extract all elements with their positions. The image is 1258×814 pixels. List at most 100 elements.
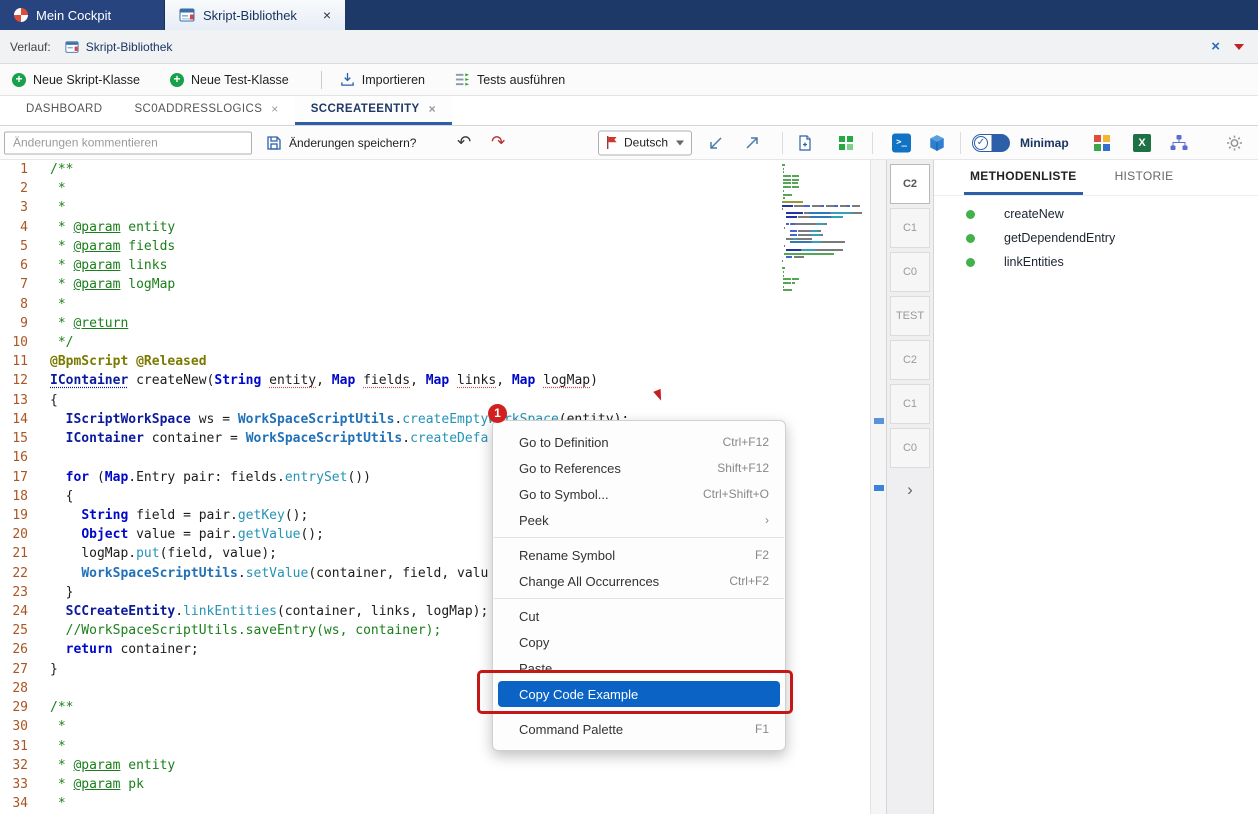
code-line[interactable]: * @param pk	[50, 775, 780, 794]
code-line[interactable]: * @return	[50, 314, 780, 333]
table-icon[interactable]	[838, 135, 854, 151]
menu-item-shortcut: Ctrl+F2	[729, 574, 769, 588]
line-number: 33	[0, 775, 40, 794]
script-library-icon	[65, 40, 79, 54]
button-label: Tests ausführen	[477, 73, 565, 87]
hierarchy-icon[interactable]	[1170, 135, 1188, 151]
code-line[interactable]: */	[50, 333, 780, 352]
code-line[interactable]: {	[50, 391, 780, 410]
expand-icon[interactable]	[744, 135, 760, 151]
toolbar-divider	[321, 71, 322, 89]
menu-item-label: Change All Occurrences	[519, 574, 659, 589]
code-line[interactable]: * @param entity	[50, 218, 780, 237]
method-list-item[interactable]: createNew	[934, 202, 1258, 226]
menu-item-command-palette[interactable]: Command PaletteF1	[493, 716, 785, 742]
language-value: Deutsch	[624, 136, 668, 150]
code-line[interactable]: * @param fields	[50, 237, 780, 256]
close-icon[interactable]: ×	[1211, 38, 1220, 55]
history-link[interactable]: Skript-Bibliothek	[86, 40, 173, 54]
colors-icon[interactable]	[1094, 135, 1110, 151]
doc-tab-dashboard[interactable]: DASHBOARD	[10, 96, 118, 125]
package-icon[interactable]	[928, 134, 946, 152]
coverage-tab-c1-1[interactable]: C1	[890, 208, 930, 248]
chevron-down-icon	[676, 140, 684, 145]
coverage-tab-c2-0[interactable]: C2	[890, 164, 930, 204]
line-number: 26	[0, 640, 40, 659]
doc-tab-sc0addresslogics[interactable]: SC0ADDRESSLOGICS×	[118, 96, 294, 125]
menu-item-cut[interactable]: Cut	[493, 603, 785, 629]
doc-tabs: DASHBOARDSC0ADDRESSLOGICS×SCCREATEENTITY…	[0, 96, 1258, 126]
coverage-tab-c1-5[interactable]: C1	[890, 384, 930, 424]
menu-item-copy[interactable]: Copy	[493, 629, 785, 655]
minimap[interactable]	[782, 164, 868, 293]
coverage-tab-c0-2[interactable]: C0	[890, 252, 930, 292]
coverage-tab-c2-4[interactable]: C2	[890, 340, 930, 380]
new-document-icon[interactable]	[797, 135, 813, 151]
import-icon	[340, 72, 355, 87]
code-line[interactable]: *	[50, 295, 780, 314]
excel-icon[interactable]: X	[1133, 134, 1151, 152]
redo-icon[interactable]: ↷	[491, 134, 505, 151]
line-number: 11	[0, 352, 40, 371]
check-icon: ✓	[974, 136, 988, 150]
overview-mark	[874, 485, 884, 491]
code-line[interactable]: /**	[50, 160, 780, 179]
code-line[interactable]: @BpmScript @Released	[50, 352, 780, 371]
line-number: 22	[0, 564, 40, 583]
window-tab-skript-bibliothek[interactable]: Skript-Bibliothek ×	[165, 0, 345, 30]
method-dot-icon	[966, 234, 975, 243]
method-list-item[interactable]: getDependendEntry	[934, 226, 1258, 250]
save-changes-button[interactable]: Änderungen speichern?	[266, 135, 416, 151]
tab-historie[interactable]: HISTORIE	[1109, 160, 1180, 195]
close-icon[interactable]: ×	[429, 102, 436, 116]
line-number: 7	[0, 275, 40, 294]
menu-item-label: Rename Symbol	[519, 548, 615, 563]
menu-item-label: Peek	[519, 513, 549, 528]
new-test-class-button[interactable]: + Neue Test-Klasse	[170, 73, 289, 87]
menu-item-go-to-symbol[interactable]: Go to Symbol...Ctrl+Shift+O	[493, 481, 785, 507]
code-line[interactable]: IContainer createNew(String entity, Map …	[50, 371, 780, 390]
code-line[interactable]: * @param logMap	[50, 275, 780, 294]
method-dot-icon	[966, 258, 975, 267]
code-line[interactable]: * @param entity	[50, 756, 780, 775]
code-line[interactable]: * @param links	[50, 256, 780, 275]
chevron-right-icon[interactable]: ›	[887, 480, 933, 500]
method-list-item[interactable]: linkEntities	[934, 250, 1258, 274]
terminal-icon[interactable]: >_	[892, 133, 911, 152]
new-script-class-button[interactable]: + Neue Skript-Klasse	[12, 73, 140, 87]
language-select[interactable]: Deutsch	[598, 130, 692, 155]
close-icon[interactable]: ×	[271, 102, 278, 116]
line-number: 14	[0, 410, 40, 429]
window-tab-mein-cockpit[interactable]: Mein Cockpit	[0, 0, 165, 30]
comment-input[interactable]	[4, 131, 252, 154]
line-number: 23	[0, 583, 40, 602]
editor-toolbar: Änderungen speichern? ↶ ↷ Deutsch >_	[0, 126, 1258, 160]
coverage-tab-test-3[interactable]: TEST	[890, 296, 930, 336]
minimap-toggle[interactable]: ✓	[972, 134, 1010, 152]
menu-item-peek[interactable]: Peek›	[493, 507, 785, 533]
menu-item-go-to-definition[interactable]: Go to DefinitionCtrl+F12	[493, 429, 785, 455]
undo-icon[interactable]: ↶	[457, 134, 471, 151]
collapse-icon[interactable]	[708, 135, 724, 151]
line-number: 20	[0, 525, 40, 544]
tab-methodenliste[interactable]: METHODENLISTE	[964, 160, 1083, 195]
coverage-tab-c0-6[interactable]: C0	[890, 428, 930, 468]
import-button[interactable]: Importieren	[340, 72, 425, 87]
doc-tab-sccreateentity[interactable]: SCCREATEENTITY×	[295, 96, 452, 125]
menu-item-label: Cut	[519, 609, 539, 624]
plus-icon: +	[12, 73, 26, 87]
code-line[interactable]: *	[50, 794, 780, 813]
menu-item-change-all-occurrences[interactable]: Change All Occurrences Ctrl+F2	[493, 568, 785, 594]
chevron-down-icon[interactable]	[1234, 44, 1244, 50]
menu-item-go-to-references[interactable]: Go to ReferencesShift+F12	[493, 455, 785, 481]
menu-item-label: Copy	[519, 635, 549, 650]
menu-item-rename-symbol[interactable]: Rename SymbolF2	[493, 542, 785, 568]
code-line[interactable]: *	[50, 198, 780, 217]
close-icon[interactable]: ×	[323, 8, 331, 22]
run-tests-button[interactable]: Tests ausführen	[455, 72, 565, 87]
line-number: 30	[0, 717, 40, 736]
settings-icon[interactable]	[1226, 134, 1243, 151]
line-number: 24	[0, 602, 40, 621]
code-line[interactable]: *	[50, 179, 780, 198]
overview-ruler[interactable]	[870, 160, 886, 814]
